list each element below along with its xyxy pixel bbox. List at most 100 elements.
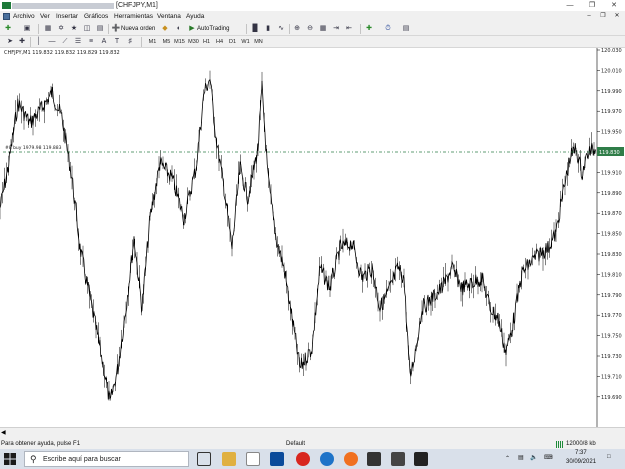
navigator-icon[interactable]: ★ xyxy=(69,24,79,34)
text-icon[interactable]: A xyxy=(99,37,109,47)
edge-icon[interactable] xyxy=(320,452,334,466)
autotrading-icon[interactable]: ▶ xyxy=(187,24,197,34)
cursor-icon[interactable]: ➤ xyxy=(5,37,15,47)
chart-shift-icon[interactable]: ⇤ xyxy=(344,24,354,34)
horizontal-line-icon[interactable]: — xyxy=(47,37,57,47)
autoscroll-icon[interactable]: ⇥ xyxy=(331,24,341,34)
metaeditor-icon[interactable]: ◆ xyxy=(160,24,170,34)
status-bar: Para obtener ayuda, pulse F1 Default 120… xyxy=(0,439,625,449)
separator xyxy=(38,24,39,34)
maximize-button[interactable]: ❐ xyxy=(582,0,602,11)
current-price-text: 119.830 xyxy=(599,150,620,156)
clock-date[interactable]: 30/09/2021 xyxy=(566,459,596,465)
price-tick-label: 119.750 xyxy=(601,334,622,340)
store-icon[interactable] xyxy=(246,452,260,466)
zoom-out-icon[interactable]: ⊖ xyxy=(305,24,315,34)
candlestick-icon[interactable]: ▮ xyxy=(263,24,273,34)
network-icon[interactable]: ▤ xyxy=(518,454,524,461)
menu-ayuda[interactable]: Ayuda xyxy=(186,12,204,21)
notifications-icon[interactable]: □ xyxy=(607,454,611,460)
strategy-tester-icon[interactable]: ▤ xyxy=(95,24,105,34)
line-chart-icon[interactable]: ∿ xyxy=(276,24,286,34)
price-tick-label: 119.770 xyxy=(601,313,622,319)
trendline-icon[interactable]: ⟋ xyxy=(60,37,70,47)
tab-scroll-left-icon[interactable]: ◀ xyxy=(1,430,7,437)
standard-toolbar: ✚ ▣ ▦ ✡ ★ ◫ ▤ ➕ Nueva orden ◆ ◐ ▶ AutoTr… xyxy=(0,22,625,36)
status-help-text: Para obtener ayuda, pulse F1 xyxy=(1,441,81,447)
price-series xyxy=(0,70,596,401)
text-label-icon[interactable]: T xyxy=(112,37,122,47)
price-chart-canvas[interactable]: CHFJPY,M1 119.832 119.832 119.829 119.83… xyxy=(0,48,625,438)
templates-icon[interactable]: ▤ xyxy=(401,24,411,34)
timeframe-m1[interactable]: M1 xyxy=(146,37,159,47)
new-order-button[interactable]: Nueva orden xyxy=(121,24,155,34)
timeframe-mn[interactable]: MN xyxy=(252,37,265,47)
menu-herramientas[interactable]: Herramientas xyxy=(114,12,153,21)
firefox-icon[interactable] xyxy=(344,452,358,466)
drawing-toolbar: ➤ ✚ │ — ⟋ ☰ ≡ A T ♯ M1 M5 M15 M30 H1 H4 … xyxy=(0,36,625,48)
price-chart[interactable]: CHFJPY,M1 119.832 119.832 119.829 119.83… xyxy=(0,48,625,438)
mdi-restore-button[interactable]: ❐ xyxy=(598,12,608,21)
timeframe-m15[interactable]: M15 xyxy=(173,37,186,47)
separator xyxy=(246,24,247,34)
timeframe-m30[interactable]: M30 xyxy=(187,37,200,47)
title-bar: [CHFJPY,M1] — ❐ ✕ xyxy=(0,0,625,11)
taskbar-search-input[interactable]: ⚲ Escribe aquí para buscar xyxy=(24,451,189,467)
file-explorer-icon[interactable] xyxy=(222,452,236,466)
vertical-line-icon[interactable]: │ xyxy=(34,37,44,47)
fibonacci-icon[interactable]: ≡ xyxy=(86,37,96,47)
menu-insertar[interactable]: Insertar xyxy=(56,12,78,21)
menu-graficos[interactable]: Gráficos xyxy=(84,12,108,21)
volume-icon[interactable]: 🔈 xyxy=(530,454,537,461)
menu-bar: Archivo Ver Insertar Gráficos Herramient… xyxy=(0,11,625,22)
mdi-minimize-button[interactable]: – xyxy=(584,12,594,21)
timeframe-h1[interactable]: H1 xyxy=(200,37,213,47)
tile-windows-icon[interactable]: ▦ xyxy=(318,24,328,34)
price-tick-label: 119.790 xyxy=(601,293,622,299)
app-taskbar-icon[interactable] xyxy=(414,452,428,466)
channel-icon[interactable]: ☰ xyxy=(73,37,83,47)
metatrader-second-taskbar-icon[interactable] xyxy=(391,452,405,466)
arrows-icon[interactable]: ♯ xyxy=(125,37,135,47)
periods-icon[interactable]: ⏱ xyxy=(383,24,393,34)
menu-archivo[interactable]: Archivo xyxy=(13,12,35,21)
mdi-close-button[interactable]: ✕ xyxy=(612,12,622,21)
separator xyxy=(108,24,109,34)
opera-icon[interactable] xyxy=(296,452,310,466)
crosshair-icon[interactable]: ✚ xyxy=(17,37,27,47)
language-icon[interactable]: ⌨ xyxy=(544,454,553,461)
task-view-icon[interactable] xyxy=(197,452,211,466)
menu-ver[interactable]: Ver xyxy=(40,12,50,21)
windows-start-icon[interactable] xyxy=(4,453,16,465)
timeframe-m5[interactable]: M5 xyxy=(160,37,173,47)
minimize-button[interactable]: — xyxy=(560,0,580,11)
mail-icon[interactable] xyxy=(270,452,284,466)
tray-chevron-icon[interactable]: ⌃ xyxy=(505,455,510,462)
clock-time[interactable]: 7:37 xyxy=(575,450,587,456)
zoom-in-icon[interactable]: ⊕ xyxy=(292,24,302,34)
timeframe-w1[interactable]: W1 xyxy=(239,37,252,47)
bar-chart-icon[interactable]: █ xyxy=(250,24,260,34)
new-order-icon[interactable]: ➕ xyxy=(111,24,121,34)
window-title: [CHFJPY,M1] xyxy=(116,2,158,9)
menu-ventana[interactable]: Ventana xyxy=(157,12,181,21)
terminal-icon[interactable]: ◫ xyxy=(82,24,92,34)
price-tick-label: 119.690 xyxy=(601,395,622,401)
timeframe-h4[interactable]: H4 xyxy=(213,37,226,47)
price-tick-label: 119.870 xyxy=(601,211,622,217)
timeframe-d1[interactable]: D1 xyxy=(226,37,239,47)
connection-bars-icon xyxy=(556,441,564,448)
indicators-icon[interactable]: ✚ xyxy=(364,24,374,34)
price-tick-label: 119.730 xyxy=(601,354,622,360)
order-line-label: #8 buy 1979.98 119.883 xyxy=(5,145,62,151)
new-chart-icon[interactable]: ✚ xyxy=(3,24,13,34)
chart-window-icon[interactable] xyxy=(3,13,10,20)
autotrading-button[interactable]: AutoTrading xyxy=(197,24,229,34)
profiles-icon[interactable]: ▣ xyxy=(22,24,32,34)
data-window-icon[interactable]: ✡ xyxy=(56,24,66,34)
options-icon[interactable]: ◐ xyxy=(174,24,184,34)
metatrader-taskbar-icon[interactable] xyxy=(367,452,381,466)
close-button[interactable]: ✕ xyxy=(604,0,624,11)
market-watch-icon[interactable]: ▦ xyxy=(43,24,53,34)
redacted-account-area xyxy=(12,3,114,9)
